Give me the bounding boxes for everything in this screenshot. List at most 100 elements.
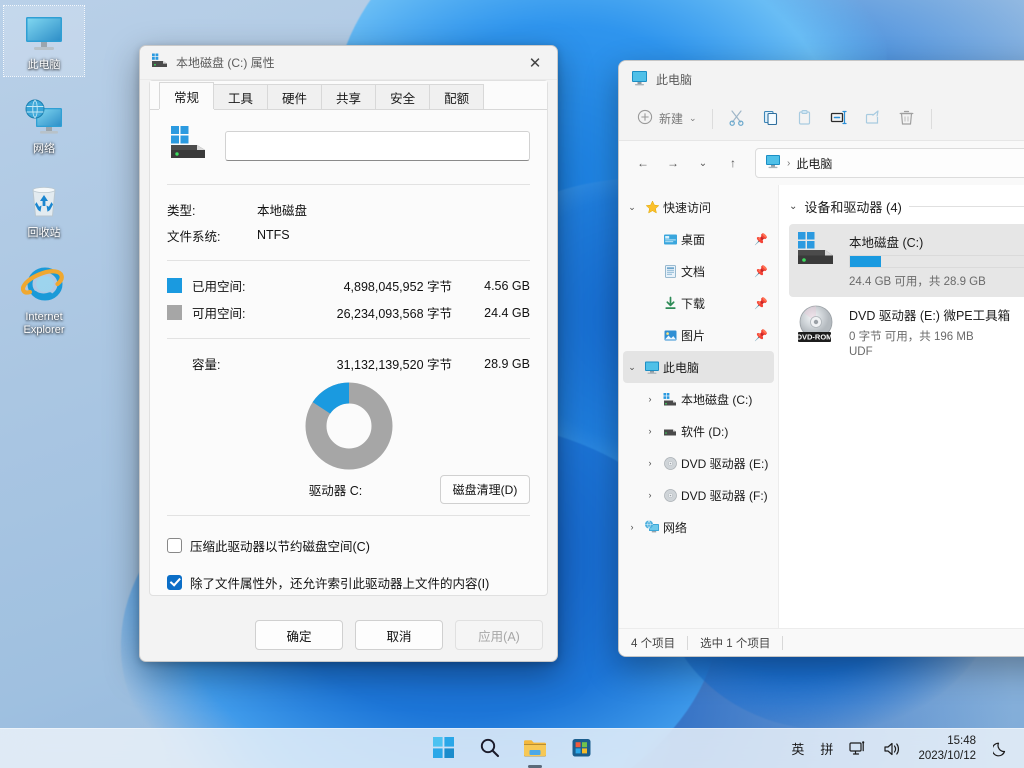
tab-tools[interactable]: 工具 [213,84,268,109]
new-button[interactable]: 新建 ⌄ [629,104,705,134]
chevron-right-icon[interactable]: › [623,522,641,532]
chevron-right-icon[interactable]: › [641,426,659,436]
ime-language-button[interactable]: 英 [784,732,811,766]
apply-button[interactable]: 应用(A) [455,620,543,650]
capacity-gb: 28.9 GB [468,357,530,371]
sidebar-item-label: 网络 [663,519,687,536]
drive-usage-text: 24.4 GB 可用，共 28.9 GB [849,273,1024,289]
forward-button[interactable]: → [659,149,687,177]
sidebar-item-dvd-drive-f[interactable]: › DVD 驱动器 (F:) [623,479,774,511]
devices-group-header[interactable]: ⌄ 设备和驱动器 (4) [789,197,1024,216]
desktop-icon-network[interactable]: 网络 [4,90,84,160]
compress-checkbox-row[interactable]: 压缩此驱动器以节约磁盘空间(C) [167,532,530,558]
dialog-tab-bar: 常规 工具 硬件 共享 安全 配额 [150,81,547,110]
sidebar-item-label: 图片 [681,327,705,344]
tab-sharing[interactable]: 共享 [321,84,376,109]
sidebar-item-downloads[interactable]: 下载 📌 [623,287,774,319]
sidebar-item-software-d[interactable]: › 软件 (D:) [623,415,774,447]
sidebar-item-network[interactable]: › 网络 [623,511,774,543]
delete-button[interactable] [890,104,924,134]
clipboard-icon [796,109,813,129]
pin-icon[interactable]: 📌 [754,297,768,310]
explorer-file-list[interactable]: ⌄ 设备和驱动器 (4) [779,185,1024,628]
local-disk-icon [151,53,168,72]
chevron-right-icon[interactable]: › [641,458,659,468]
desktop-icon-this-pc[interactable]: 此电脑 [4,6,84,76]
ime-mode-button[interactable]: 拼 [813,732,840,766]
ie-icon [6,263,82,309]
clock-time: 15:48 [918,734,976,749]
tab-quota[interactable]: 配额 [429,84,484,109]
sidebar-item-dvd-drive-e[interactable]: › DVD 驱动器 (E:) 微 [623,447,774,479]
taskbar[interactable]: 英 拼 15:48 2023/10/12 [0,728,1024,768]
sidebar-item-documents[interactable]: 文档 📌 [623,255,774,287]
tab-hardware[interactable]: 硬件 [267,84,322,109]
ok-button[interactable]: 确定 [255,620,343,650]
drive-item-dvd-e[interactable]: DVD-ROM DVD 驱动器 (E:) 微PE工具箱 0 字节 可用，共 19… [789,297,1024,366]
cut-button[interactable] [720,104,754,134]
pin-icon[interactable]: 📌 [754,265,768,278]
pin-icon[interactable]: 📌 [754,329,768,342]
free-space-swatch [167,305,182,320]
star-icon [641,200,663,215]
start-button[interactable] [423,732,463,766]
chevron-down-icon[interactable]: ⌄ [789,201,797,212]
sidebar-item-this-pc[interactable]: ⌄ 此电脑 [623,351,774,383]
svg-text:DVD-ROM: DVD-ROM [797,333,833,342]
pin-icon[interactable]: 📌 [754,233,768,246]
file-explorer-taskbar-button[interactable] [515,732,555,766]
capacity-row: 容量: 31,132,139,520 字节 28.9 GB [167,350,530,377]
desktop-icon-internet-explorer[interactable]: Internet Explorer [4,258,84,341]
copy-button[interactable] [754,104,788,134]
chevron-right-icon[interactable]: › [641,490,659,500]
explorer-titlebar[interactable]: 此电脑 [619,61,1024,97]
chevron-down-icon[interactable]: ⌄ [623,362,641,373]
moon-icon[interactable] [986,732,1016,766]
status-item-count: 4 个项目 [631,635,675,651]
tab-security[interactable]: 安全 [375,84,430,109]
sidebar-item-pictures[interactable]: 图片 📌 [623,319,774,351]
picture-icon [659,328,681,343]
divider-2 [167,260,530,261]
tab-general[interactable]: 常规 [159,82,214,109]
dialog-titlebar[interactable]: 本地磁盘 (C:) 属性 ✕ [140,46,557,80]
recent-locations-button[interactable]: ⌄ [689,149,717,177]
paste-button[interactable] [788,104,822,134]
rename-button[interactable] [822,104,856,134]
back-button[interactable]: ← [629,149,657,177]
drive-usage-bar [849,255,1024,268]
sidebar-item-label: 软件 (D:) [681,423,728,440]
breadcrumb-current[interactable]: 此电脑 [796,155,832,172]
sidebar-item-quick-access[interactable]: ⌄ 快速访问 [623,191,774,223]
index-checkbox-row[interactable]: 除了文件属性外，还允许索引此驱动器上文件的内容(I) [167,569,530,595]
explorer-toolbar: 新建 ⌄ [619,97,1024,141]
chevron-down-icon[interactable]: ⌄ [623,202,641,213]
volume-label-input[interactable] [225,131,530,161]
file-explorer-window[interactable]: 此电脑 新建 ⌄ [618,60,1024,657]
clock[interactable]: 15:48 2023/10/12 [910,734,984,764]
capacity-label: 容量: [192,354,275,373]
sidebar-item-local-disk-c[interactable]: › 本地磁盘 (C:) [623,383,774,415]
sidebar-item-desktop[interactable]: 桌面 📌 [623,223,774,255]
index-checkbox[interactable] [167,575,182,590]
microsoft-store-button[interactable] [561,732,601,766]
address-bar[interactable]: › 此电脑 [755,148,1024,178]
dvd-icon: DVD-ROM [795,303,839,358]
compress-checkbox[interactable] [167,538,182,553]
close-icon[interactable]: ✕ [513,46,557,79]
free-space-bytes: 26,234,093,568 字节 [300,303,468,322]
disk-properties-dialog[interactable]: 本地磁盘 (C:) 属性 ✕ 常规 工具 硬件 共享 安全 配额 [139,45,558,662]
cancel-button[interactable]: 取消 [355,620,443,650]
chevron-right-icon[interactable]: › [641,394,659,404]
disk-cleanup-button[interactable]: 磁盘清理(D) [440,475,530,504]
explorer-navigation-bar: ← → ⌄ ↑ › 此电脑 [619,141,1024,185]
monitor-icon [641,360,663,375]
network-tray-icon[interactable] [842,732,874,766]
drive-item-local-disk-c[interactable]: 本地磁盘 (C:) 24.4 GB 可用，共 28.9 GB [789,224,1024,297]
share-button[interactable] [856,104,890,134]
search-button[interactable] [469,732,509,766]
filesystem-row: 文件系统: NTFS [167,222,530,248]
desktop-icon-recycle-bin[interactable]: 回收站 [4,174,84,244]
up-button[interactable]: ↑ [719,149,747,177]
volume-icon[interactable] [876,732,908,766]
